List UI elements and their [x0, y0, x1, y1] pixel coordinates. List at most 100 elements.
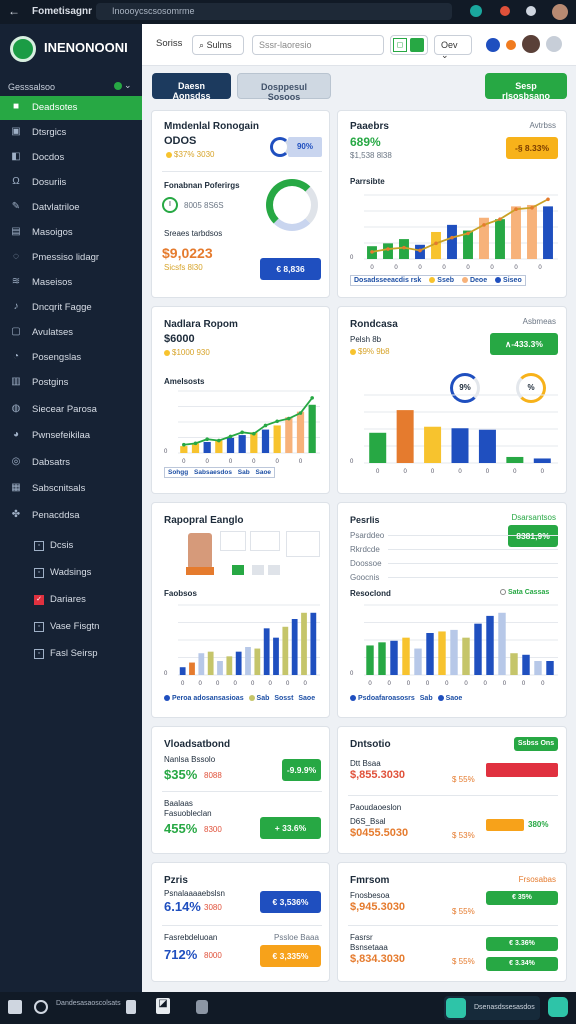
- sidebar-item[interactable]: ▥ Postgins: [0, 371, 142, 395]
- bar: [179, 667, 186, 675]
- sidebar-item[interactable]: ◔ Posengslas: [0, 346, 142, 370]
- profile-avatar[interactable]: [522, 35, 540, 53]
- bar: [310, 612, 317, 675]
- search-button[interactable]: ⌕ Sulms: [192, 35, 244, 55]
- bar: [424, 426, 442, 463]
- assistant-icon[interactable]: [548, 997, 568, 1017]
- cta-button[interactable]: Sesp rlsosbsano: [485, 73, 567, 101]
- value-pill[interactable]: € 35%: [486, 891, 558, 905]
- trend-point: [275, 419, 279, 424]
- sidebar-item[interactable]: ◎ Dabsatrs: [0, 451, 142, 475]
- card-link[interactable]: Asbmeas: [523, 317, 556, 326]
- card-title: Pzris: [164, 875, 188, 886]
- value-pill[interactable]: + 33.6%: [260, 817, 321, 839]
- big-value: $9,0223: [162, 245, 213, 261]
- tick-label: 0: [514, 265, 518, 271]
- file-icon[interactable]: [126, 1000, 136, 1014]
- value-pill[interactable]: € 3,335%: [260, 945, 321, 967]
- sidebar-item-label: Dtsrgics: [32, 127, 67, 138]
- tick-label: 0: [513, 469, 517, 475]
- search-input[interactable]: Sssr-laoresio: [252, 35, 384, 55]
- value-pill[interactable]: € 3.34%: [486, 957, 558, 971]
- profile-secondary-avatar[interactable]: [546, 36, 562, 52]
- settings-icon[interactable]: [526, 6, 536, 16]
- bar-chart: 0 0 0 0 0 0 0: [164, 390, 320, 465]
- window-icon[interactable]: ◪: [156, 998, 170, 1014]
- value-pill[interactable]: -§ 8.33%: [506, 137, 558, 159]
- sidebar-item[interactable]: ▦ Sabscnitsals: [0, 477, 142, 501]
- card-title: Nadlara Ropom: [164, 319, 238, 330]
- sidebar-item[interactable]: ◍ Siecear Parosa: [0, 398, 142, 422]
- sidebar-item[interactable]: ✤ Penacddsa: [0, 504, 142, 528]
- metric-label: Fnosbesoa: [350, 891, 390, 900]
- tab-label[interactable]: Soriss: [156, 38, 182, 49]
- notification-icon[interactable]: [500, 6, 510, 16]
- extension-icon[interactable]: [470, 5, 482, 17]
- tick-label: 0: [275, 459, 279, 465]
- value-pill[interactable]: € 3,536%: [260, 891, 321, 913]
- metric-sub: 8300: [204, 825, 222, 834]
- avatar[interactable]: [552, 4, 568, 20]
- sidebar-item[interactable]: ◌ Pmessiso lidagr: [0, 246, 142, 270]
- view-toggle[interactable]: ◻: [390, 35, 428, 55]
- sidebar-item[interactable]: ✎ Datvlatriloe: [0, 196, 142, 220]
- bar: [462, 637, 470, 675]
- sidebar-subitem[interactable]: ▫ Fasl Seirsp: [0, 642, 142, 666]
- help-icon[interactable]: [486, 38, 500, 52]
- workspace-label[interactable]: Gesssalsoo: [8, 82, 55, 92]
- sidebar-item-label: Dosuriis: [32, 177, 67, 188]
- sidebar-item-label: Penacddsa: [32, 509, 80, 521]
- sidebar-item[interactable]: ◕ Pwnsefeikilaa: [0, 424, 142, 448]
- secondary-action-button[interactable]: Dosppesul Sosoos: [237, 73, 331, 102]
- trend-point: [482, 223, 486, 227]
- card-link[interactable]: Frsosabas: [519, 875, 556, 884]
- value-pill[interactable]: 8381,9%: [508, 525, 558, 547]
- sidebar-subitem[interactable]: ✓ Dariares: [0, 588, 142, 612]
- sidebar-item[interactable]: ◧ Docdos: [0, 146, 142, 170]
- back-arrow-icon[interactable]: ←: [8, 4, 20, 18]
- search-icon[interactable]: [34, 1000, 48, 1014]
- sidebar-item[interactable]: ■ Deadsotes: [0, 96, 142, 120]
- sidebar-item-icon: ≋: [11, 276, 21, 287]
- bar: [238, 435, 246, 453]
- bar: [390, 640, 398, 675]
- taskbar-text[interactable]: Dandesasaoscolsats: [56, 1000, 121, 1007]
- card-title: Rondcasa: [350, 319, 398, 330]
- sidebar-item[interactable]: ≋ Maseisos: [0, 271, 142, 295]
- sidebar-subitem[interactable]: ▫ Wadsings: [0, 561, 142, 585]
- sidebar-item[interactable]: ♪ Dncqrit Fagge: [0, 296, 142, 320]
- value-pill[interactable]: € 8,836: [260, 258, 321, 280]
- user-menu-button[interactable]: Oev ⌄: [434, 35, 472, 60]
- alert-icon[interactable]: [506, 40, 516, 50]
- trend-point: [182, 442, 186, 447]
- value-pill[interactable]: € 3.36%: [486, 937, 558, 951]
- card-badge[interactable]: Ssbss Ons: [514, 737, 558, 751]
- grid-row-label: Rkrdcde: [350, 545, 380, 554]
- bin-icon[interactable]: [196, 1000, 208, 1014]
- value-pill[interactable]: ∧-433.3%: [490, 333, 558, 355]
- card-performance-lines: Pesrlis Dsarsantsos 8381,9% Psarddeo Rkr…: [337, 502, 567, 718]
- chat-panel-button[interactable]: Dsenasdssesasdos: [444, 996, 540, 1020]
- card-link[interactable]: Dsarsantsos: [512, 513, 556, 522]
- primary-action-button[interactable]: Daesn Aonsdss: [152, 73, 231, 101]
- legend-item: Sohgg: [168, 469, 189, 476]
- sidebar-item-icon: ▢: [11, 326, 21, 337]
- metric-sub: $1,538 8l38: [350, 151, 392, 160]
- card-title: Pesrlis: [350, 515, 380, 525]
- chevron-down-icon[interactable]: ⌄: [124, 80, 132, 91]
- sub-label: Sreaes tarbdsos: [164, 229, 223, 238]
- sidebar-subitem[interactable]: ▫ Dcsis: [0, 534, 142, 558]
- sidebar-subitem[interactable]: ▫ Vase Fisgtn: [0, 615, 142, 639]
- tick-label: 0: [198, 681, 202, 687]
- sidebar-item[interactable]: ▢ Avulatses: [0, 321, 142, 345]
- value-pill[interactable]: -9.9.9%: [282, 759, 321, 781]
- card-link[interactable]: Avtrbss: [529, 121, 556, 130]
- sidebar-subitem-icon: ✓: [34, 595, 44, 605]
- metric-value: $6000: [164, 333, 195, 345]
- address-bar[interactable]: Inoooycscsosomrme: [96, 3, 452, 20]
- app-icon[interactable]: [8, 1000, 22, 1014]
- sidebar-item[interactable]: ▤ Masoigos: [0, 221, 142, 245]
- legend: Peroa adosansasioas Sab Sosst Saoe: [164, 695, 315, 702]
- sidebar-item[interactable]: ▣ Dtsrgics: [0, 121, 142, 145]
- sidebar-item[interactable]: Ω Dosuriis: [0, 171, 142, 195]
